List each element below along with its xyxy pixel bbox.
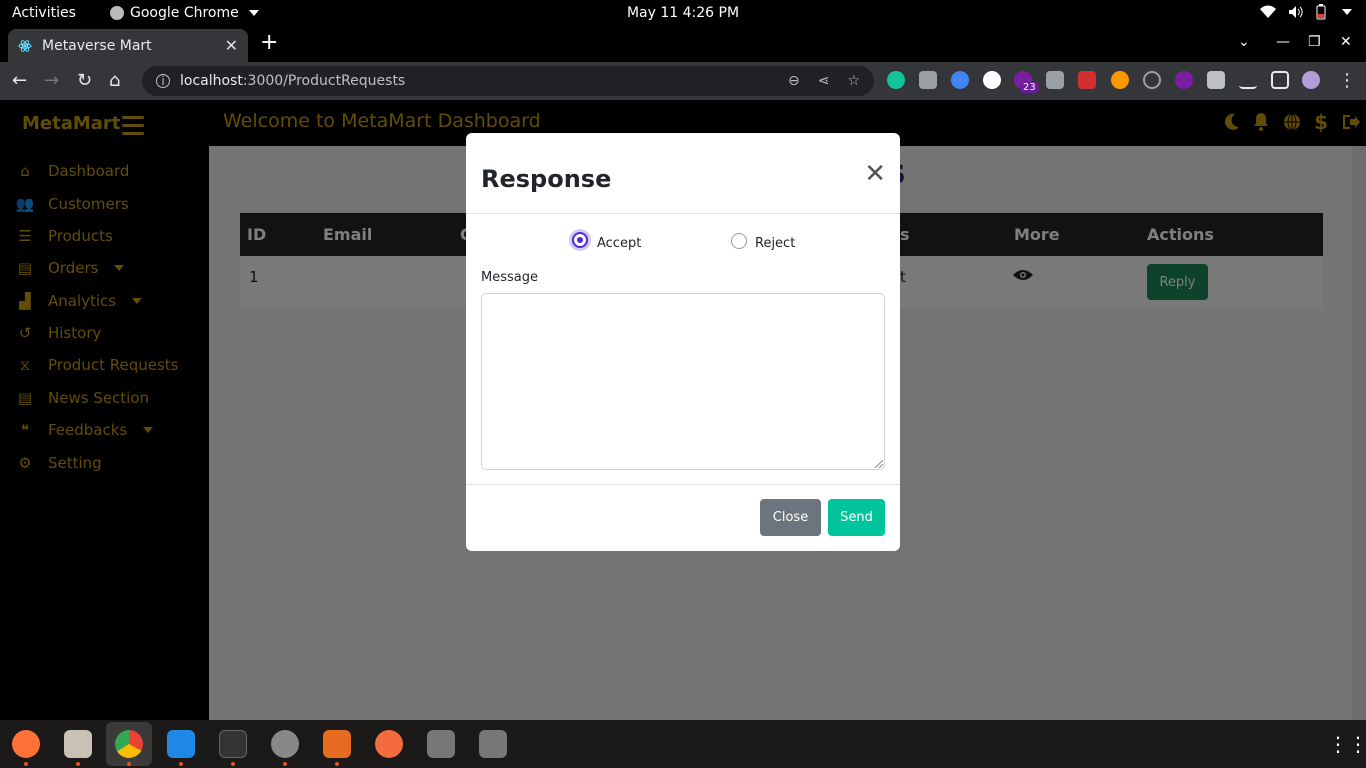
settings-extension-icon[interactable] [1175,71,1193,89]
home-icon[interactable]: ⌂ [109,70,120,91]
running-indicator [127,762,131,766]
tab-search-icon[interactable]: ⌄ [1238,34,1250,50]
camera-icon[interactable] [919,71,937,89]
message-textarea[interactable] [481,293,885,470]
postman-icon[interactable] [375,730,403,758]
sidepanel-icon[interactable] [1271,71,1289,89]
system-top-bar: May 11 4:26 PM Activities Google Chrome [0,0,1366,27]
address-bar[interactable]: i localhost:3000/ProductRequests ⊖ ⋖ ☆ [142,66,874,96]
chrome-icon[interactable] [115,730,143,758]
media-icon[interactable] [1239,71,1257,89]
settings-icon[interactable] [271,730,299,758]
close-icon[interactable]: ✕ [864,161,886,187]
app-name: Google Chrome [130,5,239,21]
url-text: localhost:3000/ProductRequests [180,73,406,89]
reject-label[interactable]: Reject [755,236,795,251]
close-tab-icon[interactable]: ✕ [225,36,238,55]
reject-radio[interactable] [731,233,747,249]
running-indicator [231,762,235,766]
document-viewer-icon[interactable] [323,730,351,758]
send-button[interactable]: Send [828,499,885,536]
menu-kebab-icon[interactable]: ⋮ [1338,70,1356,91]
divider [466,213,900,214]
wifi-icon [1260,5,1276,18]
running-indicator [283,762,287,766]
close-window-icon[interactable]: ✕ [1340,34,1352,50]
extension-icon[interactable] [1111,71,1129,89]
extension-icon[interactable] [951,71,969,89]
avatar[interactable] [1302,71,1320,89]
modal-title: Response [481,165,612,193]
restore-icon[interactable]: ❐ [1308,34,1321,50]
disk-icon[interactable] [479,730,507,758]
share-icon[interactable]: ⋖ [818,73,830,89]
tab-title: Metaverse Mart [42,37,152,54]
back-icon[interactable]: ← [12,70,27,91]
running-indicator [24,762,28,766]
system-tray[interactable] [1260,4,1352,20]
chevron-down-icon [1342,9,1352,15]
minimize-icon[interactable]: — [1276,34,1290,50]
tab-strip: Metaverse Mart ✕ + ⌄ — ❐ ✕ [0,27,1366,62]
chrome-small-icon [110,6,124,20]
extension-icon[interactable] [1078,71,1096,89]
battery-icon [1316,4,1326,20]
accept-radio[interactable] [572,232,588,248]
wordtune-icon[interactable] [983,71,1001,89]
app-grid-icon[interactable]: ⋮⋮⋮ [1328,732,1366,756]
volume-icon [1289,6,1303,18]
vscode-icon[interactable] [167,730,195,758]
firefox-icon[interactable] [12,730,40,758]
extension-icon[interactable] [1143,71,1161,89]
close-button[interactable]: Close [760,499,821,536]
terminal-icon[interactable] [219,730,247,758]
disk-icon[interactable] [427,730,455,758]
running-indicator [76,762,80,766]
taskbar-dock: ⋮⋮⋮ [0,720,1366,768]
browser-tab[interactable]: Metaverse Mart ✕ [8,29,248,62]
new-tab-button[interactable]: + [260,32,278,54]
bookmark-star-icon[interactable]: ☆ [847,73,860,89]
activities-button[interactable]: Activities [12,5,76,21]
info-icon: i [156,74,170,88]
running-indicator [179,762,183,766]
message-label: Message [481,270,538,285]
divider [466,484,900,485]
reload-icon[interactable]: ↻ [77,70,92,91]
running-indicator [335,762,339,766]
browser-toolbar: ← → ↻ ⌂ i localhost:3000/ProductRequests… [0,62,1366,100]
puzzle-icon[interactable] [1207,71,1225,89]
grammarly-icon[interactable] [887,71,905,89]
extension-badge: 23 [1020,82,1039,93]
resize-handle-icon[interactable] [875,460,883,468]
response-modal: Response ✕ Accept Reject Message Close S… [466,133,900,551]
pen-icon[interactable] [1046,71,1064,89]
app-menu[interactable]: Google Chrome [110,5,259,21]
files-icon[interactable] [64,730,92,758]
forward-icon[interactable]: → [44,70,59,91]
accept-label[interactable]: Accept [597,236,641,251]
chevron-down-icon [248,10,259,16]
zoom-icon[interactable]: ⊖ [788,73,800,89]
react-icon [18,39,32,52]
